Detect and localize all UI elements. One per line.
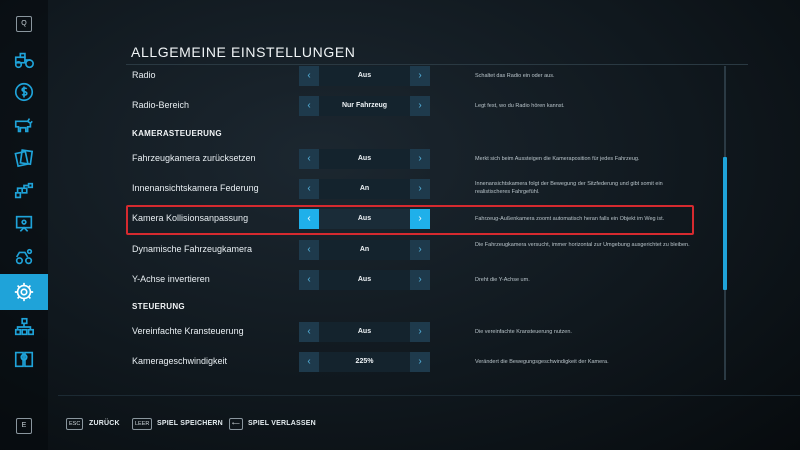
scrollbar-thumb[interactable] bbox=[723, 157, 727, 290]
setting-row-radio: Radio ‹ Aus › Schaltet das Radio ein ode… bbox=[126, 64, 694, 90]
arrow-right-button[interactable]: › bbox=[410, 352, 430, 372]
setting-value: Aus bbox=[319, 149, 410, 169]
sidebar-item-animals[interactable] bbox=[0, 109, 48, 141]
sidebar-item-vehicles[interactable] bbox=[0, 44, 48, 76]
setting-selector: ‹ An › bbox=[299, 179, 430, 199]
setting-row-interior-suspension: Innenansichtskamera Federung ‹ An › Inne… bbox=[126, 177, 694, 203]
arrow-left-button[interactable]: ‹ bbox=[299, 96, 319, 116]
sidebar-item-production[interactable] bbox=[0, 175, 48, 207]
setting-row-invert-y: Y-Achse invertieren ‹ Aus › Dreht die Y-… bbox=[126, 268, 694, 294]
arrow-left-button[interactable]: ‹ bbox=[299, 179, 319, 199]
arrow-right-button[interactable]: › bbox=[410, 149, 430, 169]
setting-value: 225% bbox=[319, 352, 410, 372]
setting-selector: ‹ Aus › bbox=[299, 322, 430, 342]
backspace-key-hint: ⟵ bbox=[229, 418, 243, 430]
quit-game-button[interactable]: SPIEL VERLASSEN bbox=[248, 420, 316, 427]
setting-description: Innenansichtskamera folgt der Bewegung d… bbox=[475, 181, 663, 195]
arrow-left-button[interactable]: ‹ bbox=[299, 240, 319, 260]
setting-row-radio-range: Radio-Bereich ‹ Nur Fahrzeug › Legt fest… bbox=[126, 94, 694, 120]
sidebar-item-garage[interactable] bbox=[0, 241, 48, 273]
setting-selector: ‹ 225% › bbox=[299, 352, 430, 372]
setting-description: Die vereinfachte Kransteuerung nutzen. bbox=[475, 329, 572, 335]
setting-label: Innenansichtskamera Federung bbox=[132, 183, 259, 193]
arrow-left-button[interactable]: ‹ bbox=[299, 149, 319, 169]
setting-row-camera-reset: Fahrzeugkamera zurücksetzen ‹ Aus › Merk… bbox=[126, 147, 694, 173]
back-button[interactable]: ZURÜCK bbox=[89, 420, 120, 427]
tractor-icon bbox=[14, 52, 34, 69]
setting-description: Merkt sich beim Aussteigen die Kamerapos… bbox=[475, 156, 640, 162]
arrow-right-button[interactable]: › bbox=[410, 66, 430, 86]
esc-key-hint: ESC bbox=[66, 418, 84, 430]
setting-value: Nur Fahrzeug bbox=[319, 96, 410, 116]
arrow-left-button[interactable]: ‹ bbox=[299, 270, 319, 290]
sidebar-prev-key[interactable]: Q bbox=[16, 16, 32, 32]
setting-selector: ‹ Aus › bbox=[299, 66, 430, 86]
space-key-hint: LEER bbox=[132, 418, 153, 430]
footer-divider bbox=[58, 395, 800, 396]
setting-value: Aus bbox=[319, 66, 410, 86]
setting-label: Radio-Bereich bbox=[132, 100, 190, 110]
section-heading-control: STEUERUNG bbox=[132, 302, 185, 311]
dollar-icon bbox=[14, 82, 34, 102]
section-heading-camera: KAMERASTEUERUNG bbox=[132, 129, 222, 138]
arrow-left-button[interactable]: ‹ bbox=[299, 322, 319, 342]
setting-selector: ‹ Aus › bbox=[299, 149, 430, 169]
help-book-icon bbox=[14, 351, 34, 368]
setting-row-camera-speed: Kamerageschwindigkeit ‹ 225% › Verändert… bbox=[126, 350, 694, 376]
garage-icon bbox=[15, 248, 33, 265]
sidebar-item-contracts[interactable] bbox=[0, 142, 48, 174]
arrow-right-button[interactable]: › bbox=[410, 270, 430, 290]
arrow-right-button[interactable]: › bbox=[410, 322, 430, 342]
arrow-left-button[interactable]: ‹ bbox=[299, 66, 319, 86]
production-chain-icon bbox=[14, 182, 34, 199]
sidebar-item-settings[interactable] bbox=[0, 274, 48, 310]
setting-row-simple-crane: Vereinfachte Kransteuerung ‹ Aus › Die v… bbox=[126, 320, 694, 346]
arrow-right-button[interactable]: › bbox=[410, 240, 430, 260]
setting-description: Legt fest, wo du Radio hören kannst. bbox=[475, 103, 565, 109]
setting-value: Aus bbox=[319, 270, 410, 290]
arrow-left-button[interactable]: ‹ bbox=[299, 352, 319, 372]
save-game-button[interactable]: SPIEL SPEICHERN bbox=[157, 420, 223, 427]
setting-description: Dreht die Y-Achse um. bbox=[475, 277, 530, 283]
setting-description: Schaltet das Radio ein oder aus. bbox=[475, 73, 555, 79]
statistics-icon bbox=[15, 215, 33, 232]
setting-row-dynamic-camera: Dynamische Fahrzeugkamera ‹ An › Die Fah… bbox=[126, 238, 694, 264]
arrow-right-button[interactable]: › bbox=[410, 179, 430, 199]
sidebar-item-help[interactable] bbox=[0, 343, 48, 375]
sidebar-next-key[interactable]: E bbox=[16, 418, 32, 434]
sidebar-item-statistics[interactable] bbox=[0, 208, 48, 240]
contracts-icon bbox=[14, 149, 34, 168]
setting-label: Y-Achse invertieren bbox=[132, 274, 210, 284]
setting-selector: ‹ Aus › bbox=[299, 270, 430, 290]
setting-label: Radio bbox=[132, 70, 156, 80]
setting-label: Vereinfachte Kransteuerung bbox=[132, 326, 244, 336]
cow-icon bbox=[14, 118, 33, 133]
highlight-box bbox=[126, 205, 694, 235]
setting-value: Aus bbox=[319, 322, 410, 342]
hierarchy-icon bbox=[14, 317, 34, 336]
sidebar: Q E bbox=[0, 0, 48, 450]
arrow-right-button[interactable]: › bbox=[410, 96, 430, 116]
setting-selector: ‹ Nur Fahrzeug › bbox=[299, 96, 430, 116]
setting-label: Dynamische Fahrzeugkamera bbox=[132, 244, 253, 254]
setting-value: An bbox=[319, 179, 410, 199]
sidebar-item-finances[interactable] bbox=[0, 76, 48, 108]
setting-description: Die Fahrzeugkamera versucht, immer horiz… bbox=[475, 242, 690, 248]
page-title: ALLGEMEINE EINSTELLUNGEN bbox=[131, 44, 356, 60]
setting-value: An bbox=[319, 240, 410, 260]
setting-label: Kamerageschwindigkeit bbox=[132, 356, 228, 366]
gear-icon bbox=[14, 282, 34, 302]
setting-selector: ‹ An › bbox=[299, 240, 430, 260]
sidebar-item-hierarchy[interactable] bbox=[0, 311, 48, 343]
setting-description: Verändert die Bewegungsgeschwindigkeit d… bbox=[475, 359, 609, 365]
setting-label: Fahrzeugkamera zurücksetzen bbox=[132, 153, 256, 163]
